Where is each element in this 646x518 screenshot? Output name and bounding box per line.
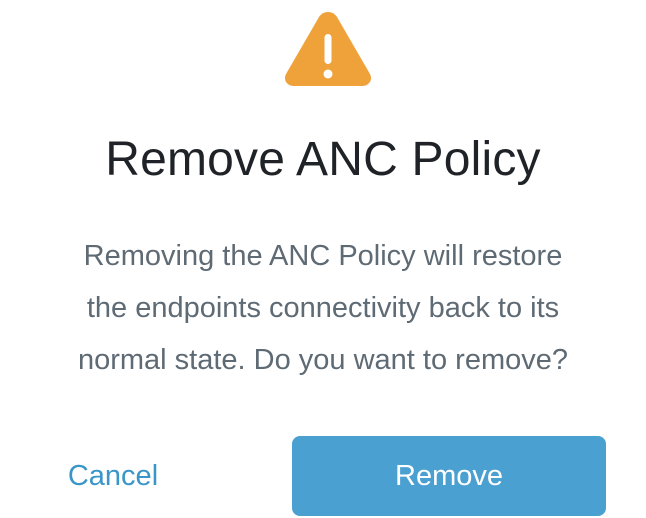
message-line: the endpoints connectivity back to its (86, 292, 560, 324)
remove-anc-policy-dialog: Remove ANC Policy Removing the ANC Polic… (0, 0, 646, 518)
remove-button[interactable]: Remove (292, 436, 606, 516)
dialog-message: Removing the ANC Policy will restore the… (0, 230, 646, 386)
message-line: normal state. Do you want to remove? (77, 344, 568, 376)
cancel-button[interactable]: Cancel (20, 436, 206, 516)
warning-icon (280, 8, 376, 88)
message-line: Removing the ANC Policy will restore (83, 240, 563, 272)
dialog-title: Remove ANC Policy (105, 133, 541, 186)
